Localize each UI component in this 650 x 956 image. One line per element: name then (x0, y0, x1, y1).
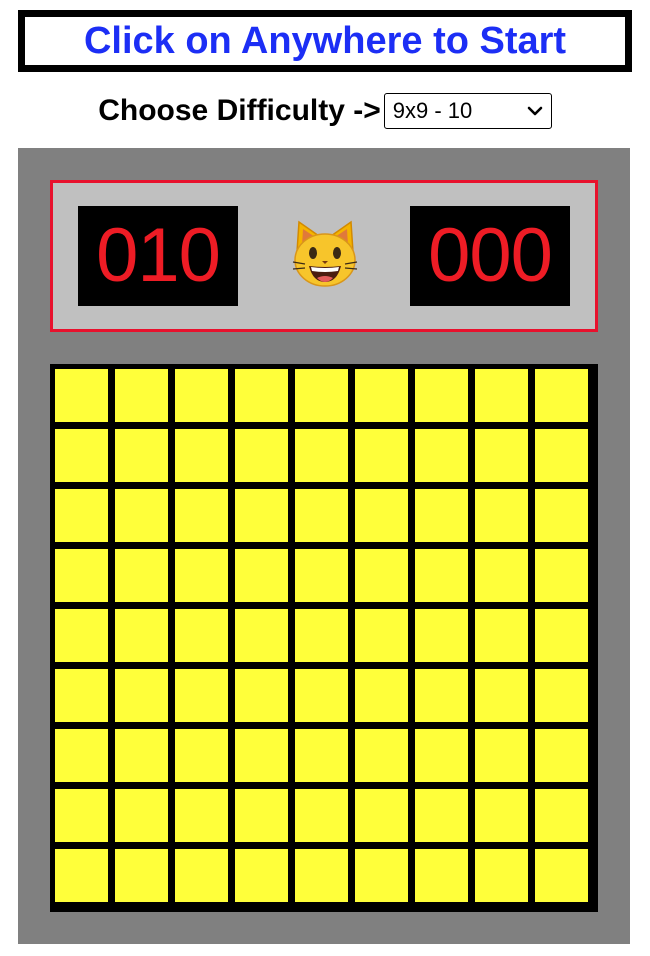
mine-cell[interactable] (475, 429, 528, 482)
mine-cell[interactable] (175, 729, 228, 782)
mine-cell[interactable] (115, 789, 168, 842)
start-banner[interactable]: Click on Anywhere to Start (18, 10, 632, 72)
mine-cell[interactable] (55, 549, 108, 602)
mine-cell[interactable] (175, 849, 228, 902)
mine-cell[interactable] (415, 609, 468, 662)
mine-cell[interactable] (55, 429, 108, 482)
mine-cell[interactable] (295, 489, 348, 542)
mine-cell[interactable] (175, 429, 228, 482)
mine-cell[interactable] (475, 849, 528, 902)
mine-cell[interactable] (175, 669, 228, 722)
mine-cell[interactable] (475, 489, 528, 542)
mine-cell[interactable] (295, 549, 348, 602)
minesweeper-page: Click on Anywhere to Start Choose Diffic… (0, 0, 650, 956)
difficulty-label: Choose Difficulty -> (98, 94, 381, 127)
mine-cell[interactable] (535, 609, 588, 662)
mine-cell[interactable] (535, 789, 588, 842)
mine-cell[interactable] (235, 549, 288, 602)
mine-cell[interactable] (475, 789, 528, 842)
game-panel: 010 000 (18, 148, 630, 944)
mine-cell[interactable] (295, 429, 348, 482)
mine-cell[interactable] (535, 849, 588, 902)
mine-cell[interactable] (55, 609, 108, 662)
mine-cell[interactable] (415, 429, 468, 482)
mine-cell[interactable] (235, 429, 288, 482)
mine-cell[interactable] (535, 669, 588, 722)
grinning-cat-face-icon[interactable] (289, 218, 361, 290)
mine-cell[interactable] (535, 729, 588, 782)
mine-cell[interactable] (55, 849, 108, 902)
mine-cell[interactable] (235, 609, 288, 662)
mine-cell[interactable] (235, 669, 288, 722)
mine-cell[interactable] (175, 369, 228, 422)
mine-cell[interactable] (475, 609, 528, 662)
mine-cell[interactable] (415, 669, 468, 722)
mine-cell[interactable] (475, 369, 528, 422)
game-header: 010 000 (50, 180, 598, 332)
mine-cell[interactable] (235, 729, 288, 782)
chevron-down-icon (527, 106, 543, 116)
mine-cell[interactable] (415, 489, 468, 542)
mine-cell[interactable] (115, 549, 168, 602)
mine-cell[interactable] (295, 669, 348, 722)
mine-cell[interactable] (295, 789, 348, 842)
mine-cell[interactable] (55, 369, 108, 422)
mine-cell[interactable] (235, 369, 288, 422)
mine-cell[interactable] (175, 489, 228, 542)
mine-cell[interactable] (475, 729, 528, 782)
difficulty-row: Choose Difficulty -> 9x9 - 10 (0, 92, 650, 130)
mine-cell[interactable] (235, 789, 288, 842)
mine-cell[interactable] (55, 729, 108, 782)
mine-cell[interactable] (415, 549, 468, 602)
mine-cell[interactable] (115, 729, 168, 782)
mine-cell[interactable] (55, 489, 108, 542)
mine-cell[interactable] (355, 849, 408, 902)
mine-cell[interactable] (295, 849, 348, 902)
mine-cell[interactable] (295, 369, 348, 422)
difficulty-select[interactable]: 9x9 - 10 (383, 93, 552, 129)
mine-cell[interactable] (415, 729, 468, 782)
mine-cell[interactable] (415, 849, 468, 902)
mine-cell[interactable] (415, 789, 468, 842)
mine-cell[interactable] (115, 429, 168, 482)
mine-cell[interactable] (115, 489, 168, 542)
mine-cell[interactable] (355, 429, 408, 482)
mine-cell[interactable] (115, 669, 168, 722)
mine-cell[interactable] (115, 609, 168, 662)
mine-cell[interactable] (115, 369, 168, 422)
mine-cell[interactable] (175, 789, 228, 842)
mine-cell[interactable] (55, 669, 108, 722)
mine-board (50, 364, 598, 912)
timer-counter: 000 (410, 206, 570, 306)
mine-cell[interactable] (475, 549, 528, 602)
difficulty-selected-value: 9x9 - 10 (392, 98, 473, 123)
mine-cell[interactable] (475, 669, 528, 722)
mine-cell[interactable] (355, 609, 408, 662)
mine-cell[interactable] (175, 609, 228, 662)
start-banner-text: Click on Anywhere to Start (83, 20, 567, 62)
mine-cell[interactable] (355, 549, 408, 602)
mine-cell[interactable] (355, 669, 408, 722)
mine-cell[interactable] (235, 849, 288, 902)
mine-cell[interactable] (535, 429, 588, 482)
mine-cell[interactable] (295, 729, 348, 782)
mine-cell[interactable] (355, 789, 408, 842)
mine-cell[interactable] (355, 489, 408, 542)
mine-cell[interactable] (295, 609, 348, 662)
mine-cell[interactable] (235, 489, 288, 542)
mine-cell[interactable] (355, 369, 408, 422)
mine-cell[interactable] (415, 369, 468, 422)
mine-cell[interactable] (115, 849, 168, 902)
mine-counter: 010 (78, 206, 238, 306)
mine-cell[interactable] (175, 549, 228, 602)
mine-cell[interactable] (535, 369, 588, 422)
mine-cell[interactable] (535, 549, 588, 602)
mine-cell[interactable] (355, 729, 408, 782)
mine-cell[interactable] (535, 489, 588, 542)
mine-cell[interactable] (55, 789, 108, 842)
